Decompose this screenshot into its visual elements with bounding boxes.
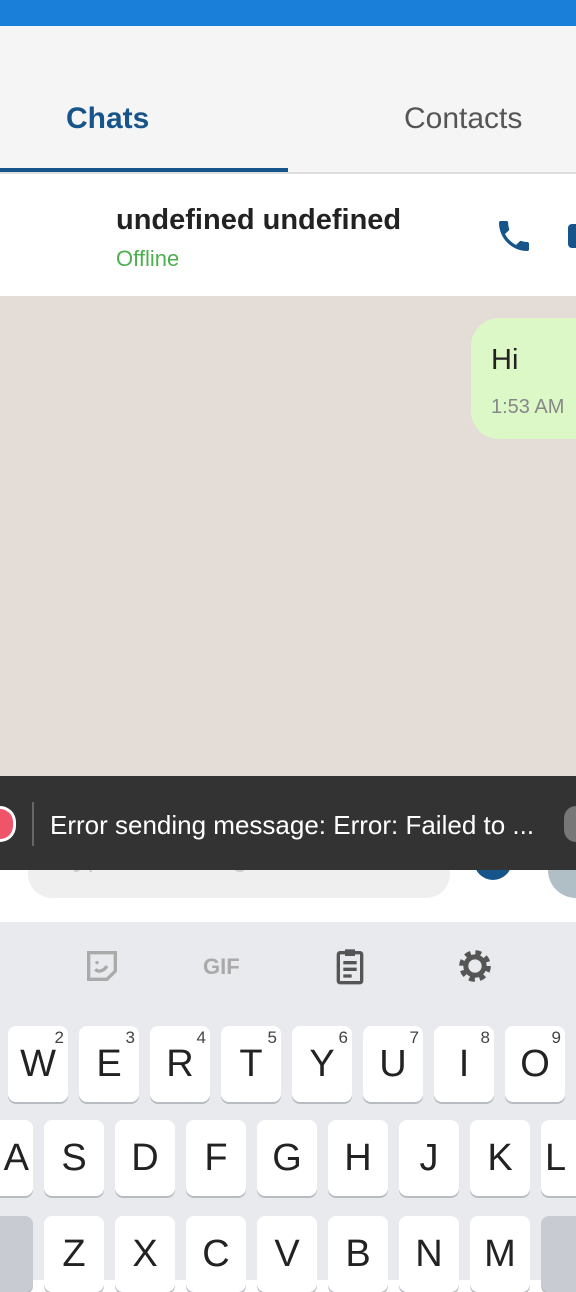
key-a[interactable]: A	[0, 1120, 33, 1196]
key-label: B	[345, 1233, 371, 1275]
clipboard-icon[interactable]	[330, 946, 370, 986]
key-hint: 5	[267, 1028, 277, 1047]
keyboard: GIF W2E3R4T5Y6U7I8O9ASDFGHJKLZXCVBNM	[0, 922, 576, 1292]
key-label: D	[131, 1137, 159, 1179]
key-label: H	[344, 1137, 372, 1179]
snackbar-text: Error sending message: Error: Failed to …	[50, 810, 535, 840]
message-text: Hi	[491, 344, 519, 376]
key-label: L	[545, 1137, 567, 1179]
key-hint: 8	[480, 1028, 490, 1047]
message-list: Hi 1:53 AM	[0, 296, 576, 776]
contact-status: Offline	[116, 246, 180, 271]
key-label: R	[166, 1043, 194, 1085]
video-call-icon[interactable]	[568, 224, 576, 248]
key-hint: 3	[125, 1028, 135, 1047]
status-bar	[0, 0, 576, 26]
key-label: Z	[62, 1233, 86, 1275]
key-label: E	[96, 1043, 122, 1085]
key-label: X	[132, 1233, 158, 1275]
sticker-icon[interactable]	[82, 946, 122, 986]
key-r[interactable]: R4	[150, 1026, 210, 1102]
key-k[interactable]: K	[470, 1120, 530, 1196]
key-hint: 4	[196, 1028, 206, 1047]
key-label: F	[204, 1137, 228, 1179]
key-label: N	[415, 1233, 443, 1275]
key-g[interactable]: G	[257, 1120, 317, 1196]
key-label: C	[202, 1233, 230, 1275]
divider	[32, 802, 34, 846]
error-snackbar: Error sending message: Error: Failed to …	[0, 776, 576, 870]
key-label: V	[274, 1233, 300, 1275]
key-label: O	[520, 1043, 550, 1085]
key-label: I	[458, 1043, 470, 1085]
key-i[interactable]: I8	[434, 1026, 494, 1102]
key-label: S	[61, 1137, 87, 1179]
key-h[interactable]: H	[328, 1120, 388, 1196]
gif-icon[interactable]: GIF	[203, 954, 240, 980]
key-o[interactable]: O9	[505, 1026, 565, 1102]
tab-chats[interactable]: Chats	[66, 102, 149, 136]
key-label: G	[272, 1137, 302, 1179]
key-label: K	[487, 1137, 513, 1179]
error-icon	[0, 806, 16, 842]
shift-key[interactable]	[0, 1216, 33, 1292]
key-s[interactable]: S	[44, 1120, 104, 1196]
key-b[interactable]: B	[328, 1216, 388, 1292]
key-hint: 6	[338, 1028, 348, 1047]
backspace-key[interactable]	[541, 1216, 576, 1292]
key-label: J	[419, 1137, 439, 1179]
dismiss-button[interactable]	[564, 806, 576, 842]
key-f[interactable]: F	[186, 1120, 246, 1196]
key-label: T	[239, 1043, 263, 1085]
key-y[interactable]: Y6	[292, 1026, 352, 1102]
tab-bar: Chats Contacts	[0, 26, 576, 174]
key-label: A	[3, 1137, 29, 1179]
key-label: Y	[309, 1043, 335, 1085]
tab-indicator	[0, 168, 288, 172]
key-m[interactable]: M	[470, 1216, 530, 1292]
message-bubble-outgoing: Hi 1:53 AM	[471, 318, 576, 439]
tab-contacts[interactable]: Contacts	[404, 102, 522, 136]
key-z[interactable]: Z	[44, 1216, 104, 1292]
key-j[interactable]: J	[399, 1120, 459, 1196]
gear-icon[interactable]	[455, 946, 495, 986]
key-label: M	[484, 1233, 516, 1275]
key-d[interactable]: D	[115, 1120, 175, 1196]
composer: Type a message...	[0, 843, 576, 922]
key-hint: 9	[551, 1028, 561, 1047]
key-label: W	[20, 1043, 56, 1085]
key-x[interactable]: X	[115, 1216, 175, 1292]
key-c[interactable]: C	[186, 1216, 246, 1292]
key-t[interactable]: T5	[221, 1026, 281, 1102]
key-hint: 7	[409, 1028, 419, 1047]
key-n[interactable]: N	[399, 1216, 459, 1292]
key-w[interactable]: W2	[8, 1026, 68, 1102]
phone-icon[interactable]	[494, 216, 534, 256]
key-v[interactable]: V	[257, 1216, 317, 1292]
message-time: 1:53 AM	[491, 396, 565, 418]
key-hint: 2	[54, 1028, 64, 1047]
key-l[interactable]: L	[541, 1120, 576, 1196]
key-label: U	[379, 1043, 407, 1085]
key-e[interactable]: E3	[79, 1026, 139, 1102]
contact-name: undefined undefined	[116, 204, 402, 236]
chat-header: undefined undefined Offline	[0, 176, 576, 296]
key-u[interactable]: U7	[363, 1026, 423, 1102]
